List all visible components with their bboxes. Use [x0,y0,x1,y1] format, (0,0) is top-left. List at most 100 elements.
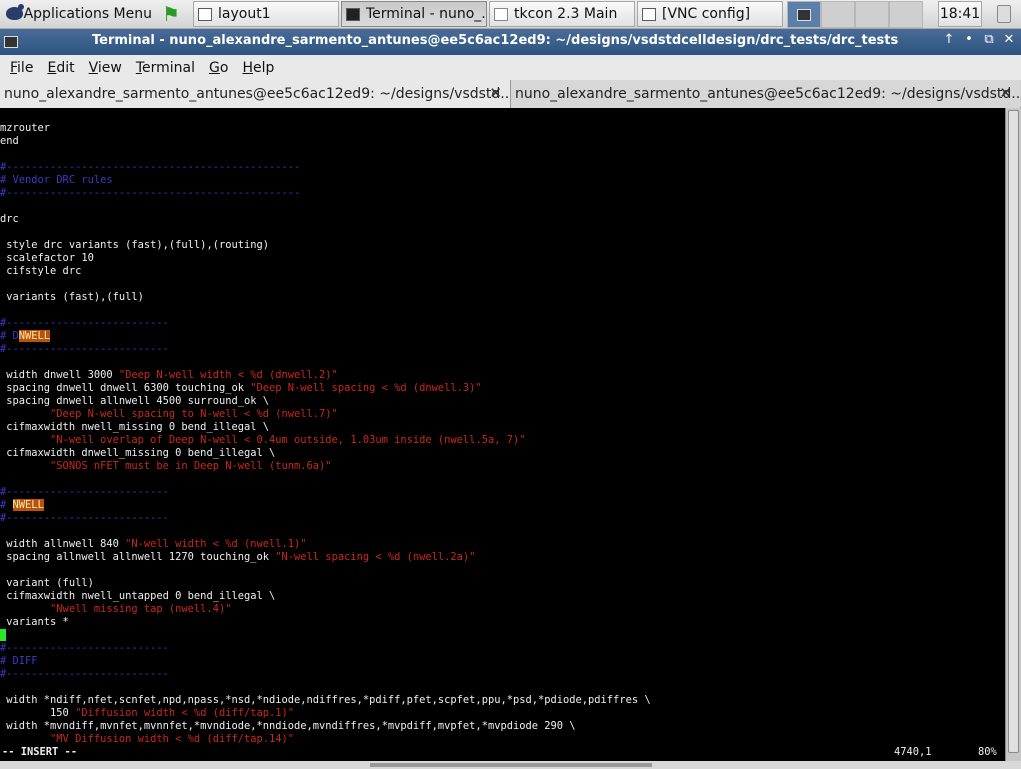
applications-menu-button[interactable]: Applications Menu [2,1,152,27]
tk-window-icon [494,7,508,21]
string-literal: "Deep N-well width < %d (dnwell.2)" [118,369,338,381]
search-highlight: NWELL [12,499,44,511]
window-titlebar[interactable]: Terminal - nuno_alexandre_sarmento_antun… [0,29,1021,55]
tab-label: nuno_alexandre_sarmento_antunes@ee5c6ac1… [4,86,510,102]
resize-handle[interactable] [370,763,652,767]
line-text: # DIFF [0,655,38,667]
close-button[interactable]: ✕ [1001,32,1017,47]
string-literal: "MV Diffusion width < %d (diff/tap.14)" [50,733,295,745]
scrollbar-thumb[interactable] [1008,110,1019,753]
task-button-terminal[interactable]: Terminal - nuno_... [341,1,487,27]
line-text: cifstyle drc [0,265,82,277]
shade-button[interactable]: ↑ [941,32,957,47]
workspace-3[interactable] [855,1,889,28]
menu-label-rest: elp [252,59,275,76]
terminal-line: scalefactor 10 [0,252,1005,265]
menu-help[interactable]: Help [242,60,274,76]
line-text: variants (fast),(full) [0,291,144,303]
line-text [0,434,50,446]
menu-mnemonic: G [209,59,220,76]
menu-file[interactable]: File [10,60,33,76]
terminal-line: variants * [0,616,1005,629]
terminal-icon [346,7,360,21]
terminal-line: spacing dnwell dnwell 6300 touching_ok "… [0,382,1005,395]
line-text: #-------------------------- [0,486,169,498]
workspace-switcher[interactable] [787,1,923,28]
menu-label-rest: iew [97,59,122,76]
terminal-line: #-------------------------- [0,343,1005,356]
menu-label-rest: dit [56,59,75,76]
terminal-icon[interactable] [4,36,18,48]
terminal-line [0,629,1005,642]
clock[interactable]: 18:41 [938,1,982,27]
menu-go[interactable]: Go [209,60,228,76]
window-bottom-edge [0,761,1021,769]
clipboard-icon[interactable] [990,1,1018,27]
vertical-scrollbar[interactable] [1005,108,1021,761]
menu-view[interactable]: View [89,60,122,76]
line-text: variant (full) [0,577,94,589]
task-button-tkcon[interactable]: tkcon 2.3 Main [489,1,635,27]
taskbar: Applications Menu ⚑ layout1 Terminal - n… [0,0,1021,29]
workspace-1[interactable] [787,1,821,28]
terminal-line: width *ndiff,nfet,scnfet,npd,npass,*nsd,… [0,694,1005,707]
window-title: Terminal - nuno_alexandre_sarmento_antun… [92,33,899,48]
task-button-layout1[interactable]: layout1 [193,1,339,27]
line-text: 150 [0,707,76,719]
line-text: #---------------------------------------… [0,187,301,199]
string-literal: "SONOS nFET must be in Deep N-well (tunm… [50,460,332,472]
line-text: cifmaxwidth dnwell_missing 0 bend_illega… [0,447,276,459]
terminal-line: "MV Diffusion width < %d (diff/tap.14)" [0,733,1005,746]
tab-close-icon[interactable]: ✕ [489,84,502,102]
line-text: #-------------------------- [0,512,169,524]
terminal-line: # NWELL [0,499,1005,512]
terminal-line: width dnwell 3000 "Deep N-well width < %… [0,369,1005,382]
menu-mnemonic: H [242,59,253,76]
tab-close-icon[interactable]: ✕ [999,84,1012,102]
vim-mode: -- INSERT -- [2,746,78,758]
cursor-position: 4740,1 [894,746,932,758]
line-text: spacing allnwell allnwell 1270 touching_… [0,551,276,563]
minimize-button[interactable]: • [961,32,977,47]
terminal-line: width allnwell 840 "N-well width < %d (n… [0,538,1005,551]
clock-time: 18:41 [939,6,981,22]
line-text: width *ndiff,nfet,scnfet,npd,npass,*nsd,… [0,694,651,706]
terminal-line: # Vendor DRC rules [0,174,1005,187]
terminal-view[interactable]: mzrouter end #----------------------------… [0,108,1005,761]
line-text: mzrouter [0,122,51,134]
terminal-line: variants (fast),(full) [0,291,1005,304]
string-literal: "N-well spacing < %d (nwell.2a)" [275,551,476,563]
terminal-line: #---------------------------------------… [0,187,1005,200]
menu-edit[interactable]: Edit [47,60,74,76]
terminal-line: "Deep N-well spacing to N-well < %d (nwe… [0,408,1005,421]
menu-label-rest: erminal [142,59,195,76]
line-text: # Vendor DRC rules [0,174,113,186]
line-text [0,603,50,615]
string-literal: "N-well overlap of Deep N-well < 0.4um o… [50,434,526,446]
workspace-4[interactable] [889,1,923,28]
maximize-button[interactable]: ⧉ [981,32,997,47]
task-label: [VNC config] [662,6,751,22]
tab-1[interactable]: nuno_alexandre_sarmento_antunes@ee5c6ac1… [0,80,510,108]
task-label: Terminal - nuno_... [366,6,487,22]
launcher-runner-icon[interactable]: ⚑ [158,1,184,27]
string-literal: "N-well width < %d (nwell.1)" [125,538,307,550]
line-text: #-------------------------- [0,343,169,355]
menu-terminal[interactable]: Terminal [136,60,195,76]
line-text: style drc variants (fast),(full),(routin… [0,239,269,251]
line-text [0,408,50,420]
tab-2[interactable]: nuno_alexandre_sarmento_antunes@ee5c6ac1… [510,80,1020,108]
line-text: #-------------------------- [0,642,169,654]
workspace-2[interactable] [821,1,855,28]
task-button-vnc-config[interactable]: [VNC config] [637,1,783,27]
